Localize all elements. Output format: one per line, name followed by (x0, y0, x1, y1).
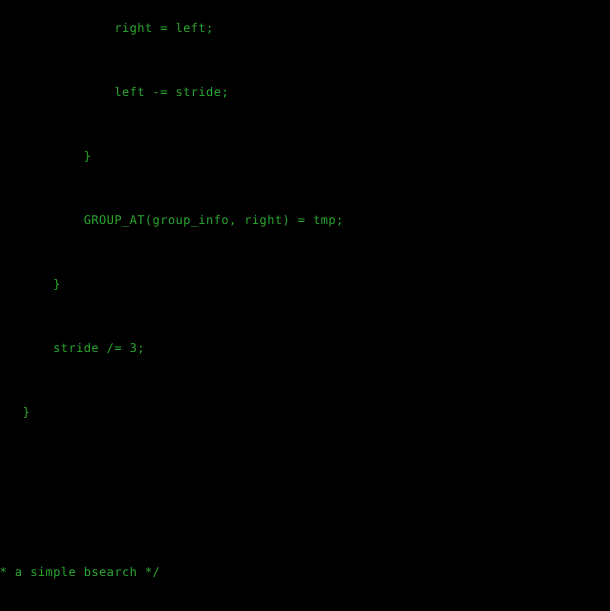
code-line: GROUP_AT(group_info, right) = tmp; (0, 213, 344, 227)
code-line: left -= stride; (0, 85, 229, 99)
code-line: /* a simple bsearch */ (0, 565, 161, 579)
code-line: right = left; (0, 21, 214, 35)
code-line: stride /= 3; (0, 341, 145, 355)
code-line: } (22, 405, 31, 419)
code-viewport[interactable]: right = left; left -= stride; } GROUP_AT… (0, 0, 610, 611)
source-viewer-screen: right = left; left -= stride; } GROUP_AT… (0, 0, 610, 611)
code-line: } (53, 277, 61, 291)
code-line: } (0, 149, 92, 163)
code-buffer: right = left; left -= stride; } GROUP_AT… (0, 12, 489, 611)
